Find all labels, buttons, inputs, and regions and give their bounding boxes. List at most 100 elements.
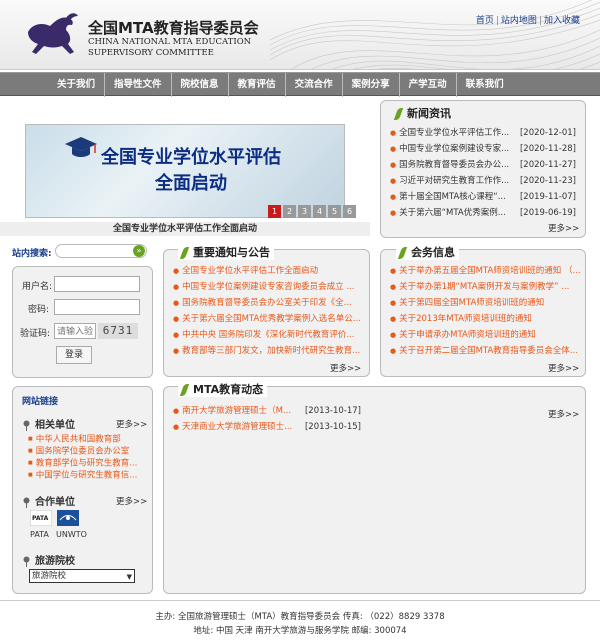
separator: |: [538, 16, 542, 26]
list-item[interactable]: ● 关于第四届全国MTA师资培训班的通知: [390, 295, 580, 311]
item-text: 南开大学旅游管理硕士（M...: [182, 406, 292, 416]
list-item[interactable]: ● 国务院教育督导委员会办公... [2020-11-27]: [390, 157, 576, 173]
list-item[interactable]: ● 教育部等三部门发文，加快新时代研究生教育...: [173, 343, 363, 359]
banner-page-6[interactable]: 6: [343, 205, 356, 218]
partners-more-link[interactable]: 更多>>: [116, 495, 147, 507]
pata-logo-icon[interactable]: PATA: [30, 510, 52, 526]
item-text: 习近平对研究生教育工作作...: [399, 176, 510, 186]
list-item[interactable]: ● 关于举办第1期“MTA案例开发与案例教学” ...: [390, 279, 580, 295]
nav-item-evaluation[interactable]: 教育评估: [229, 73, 286, 97]
related-units-title-text: 相关单位: [35, 420, 75, 431]
notices-list: ● 全国专业学位水平评估工作全面启动 ● 中国专业学位案例建设专家咨询委员会成立 .…: [173, 263, 363, 359]
list-item[interactable]: ● 关于第六届“MTA优秀案例... [2019-06-19]: [390, 205, 576, 221]
list-item[interactable]: 中国学位与研究生教育信...: [28, 469, 138, 481]
item-text: 关于第六届“MTA优秀案例...: [399, 208, 506, 218]
banner-page-4[interactable]: 4: [313, 205, 326, 218]
login-button[interactable]: 登录: [56, 346, 92, 364]
password-input[interactable]: [54, 299, 140, 315]
list-item[interactable]: ● 关于2013年MTA师资培训班的通知: [390, 311, 580, 327]
list-item[interactable]: ● 全国专业学位水平评估工作全面启动: [173, 263, 363, 279]
nav-item-guidance-docs[interactable]: 指导性文件: [105, 73, 172, 97]
site-links-title: 网站链接: [22, 397, 59, 407]
bullet-icon: ●: [173, 347, 180, 355]
list-item[interactable]: 教育部学位与研究生教育...: [28, 457, 138, 469]
bullet-icon: ●: [173, 283, 180, 291]
item-text: 天津商业大学旅游管理硕士...: [182, 422, 293, 432]
affairs-more-link[interactable]: 更多>>: [548, 362, 579, 374]
site-header: 全国MTA教育指导委员会 CHINA NATIONAL MTA EDUCATIO…: [0, 0, 600, 70]
list-item[interactable]: ● 关于第六届全国MTA优秀教学案例入选名单公...: [173, 311, 363, 327]
news-more-link[interactable]: 更多>>: [548, 222, 579, 234]
banner-page-1[interactable]: 1: [268, 205, 281, 218]
item-date: [2020-12-01]: [519, 128, 576, 138]
related-more-link[interactable]: 更多>>: [116, 418, 147, 430]
item-date: [2019-11-07]: [519, 192, 576, 202]
site-title-en-line1: CHINA NATIONAL MTA EDUCATION: [88, 37, 252, 47]
list-item[interactable]: 中华人民共和国教育部: [28, 433, 137, 445]
item-text: 关于举办第1期“MTA案例开发与案例教学” ...: [399, 282, 570, 292]
item-text: 关于2013年MTA师资培训班的通知: [399, 314, 532, 324]
nav-item-industry[interactable]: 产学互动: [400, 73, 457, 97]
banner-page-2[interactable]: 2: [283, 205, 296, 218]
wave-decoration: [270, 0, 600, 69]
banner-page-5[interactable]: 5: [328, 205, 341, 218]
sitemap-link[interactable]: 站内地图: [501, 16, 537, 26]
home-link[interactable]: 首页: [476, 16, 494, 26]
item-text: 关于第四届全国MTA师资培训班的通知: [399, 298, 545, 308]
news-title: 新闻资讯: [393, 105, 451, 121]
footer-host-line: 主办: 全国旅游管理硕士（MTA）教育指导委员会 传真: （022）8829 3…: [155, 612, 445, 622]
list-item[interactable]: ● 天津商业大学旅游管理硕士... [2013-10-15]: [173, 419, 361, 435]
mta-dynamics-list: ● 南开大学旅游管理硕士（M... [2013-10-17] ● 天津商业大学旅游管理…: [173, 403, 361, 435]
nav-item-about[interactable]: 关于我们: [48, 73, 106, 97]
site-footer: 主办: 全国旅游管理硕士（MTA）教育指导委员会 传真: （022）8829 3…: [0, 600, 600, 642]
item-text: 教育部等三部门发文，加快新时代研究生教育...: [182, 346, 361, 356]
notices-more-link[interactable]: 更多>>: [330, 362, 361, 374]
list-item[interactable]: ● 中共中央 国务院印发《深化新时代教育评价...: [173, 327, 363, 343]
bullet-icon: ●: [173, 423, 180, 431]
item-date: [2013-10-17]: [304, 406, 361, 416]
bullet-icon: ●: [390, 267, 397, 275]
tourism-schools-select[interactable]: 旅游院校 ▼: [29, 569, 135, 583]
list-item[interactable]: ● 习近平对研究生教育工作作... [2020-11-23]: [390, 173, 576, 189]
nav-item-schools[interactable]: 院校信息: [172, 73, 229, 97]
item-date: [2019-06-19]: [519, 208, 576, 218]
list-item[interactable]: ● 国务院教育督导委员会办公室关于印发《全...: [173, 295, 363, 311]
item-text: 关于召开第二届全国MTA教育指导委员会全体...: [399, 346, 578, 356]
notices-title-text: 重要通知与公告: [193, 246, 270, 259]
search-button[interactable]: »: [133, 245, 145, 257]
bullet-icon: ●: [173, 315, 180, 323]
item-date: [2013-10-15]: [304, 422, 361, 432]
list-item[interactable]: ● 关于申请承办MTA师资培训班的通知: [390, 327, 580, 343]
banner-slide[interactable]: 全国专业学位水平评估 全面启动: [25, 124, 345, 218]
chevron-down-icon: ▼: [126, 573, 132, 581]
leaf-icon: [393, 108, 404, 120]
unwto-logo-icon[interactable]: [57, 510, 79, 526]
captcha-input[interactable]: [54, 323, 96, 339]
list-item[interactable]: 国务院学位委员会办公室: [28, 445, 137, 457]
bullet-icon: ●: [390, 299, 397, 307]
captcha-image[interactable]: 6731: [98, 323, 138, 339]
list-item[interactable]: ● 南开大学旅游管理硕士（M... [2013-10-17]: [173, 403, 361, 419]
galloping-horse-logo-icon: [28, 13, 78, 54]
nav-item-exchange[interactable]: 交流合作: [286, 73, 343, 97]
list-item[interactable]: ● 中国专业学位案例建设专家咨询委员会成立 ...: [173, 279, 363, 295]
list-item[interactable]: ● 关于举办第五届全国MTA师资培训班的通知 （...: [390, 263, 581, 279]
mta-dynamics-more-link[interactable]: 更多>>: [548, 408, 579, 420]
list-item[interactable]: ● 全国专业学位水平评估工作... [2020-12-01]: [390, 125, 576, 141]
nav-item-cases[interactable]: 案例分享: [343, 73, 400, 97]
list-item[interactable]: ● 关于召开第二届全国MTA教育指导委员会全体...: [390, 343, 580, 359]
item-text: 全国专业学位水平评估工作...: [399, 128, 510, 138]
pin-icon: [23, 497, 30, 508]
item-text: 关于第六届全国MTA优秀教学案例入选名单公...: [182, 314, 361, 324]
leaf-icon: [179, 247, 190, 259]
bookmark-link[interactable]: 加入收藏: [544, 16, 580, 26]
footer-address-line: 地址: 中国 天津 南开大学旅游与服务学院 邮编: 300074: [193, 626, 407, 636]
list-item[interactable]: ● 中国专业学位案例建设专家... [2020-11-28]: [390, 141, 576, 157]
list-item[interactable]: ● 第十届全国MTA核心课程“... [2019-11-07]: [390, 189, 576, 205]
search-label: 站内搜索:: [12, 249, 52, 259]
username-input[interactable]: [54, 276, 140, 292]
nav-item-contact[interactable]: 联系我们: [457, 73, 513, 97]
banner-page-3[interactable]: 3: [298, 205, 311, 218]
banner-caption[interactable]: 全国专业学位水平评估工作全面启动: [0, 222, 370, 236]
top-links: 首页 | 站内地图 | 加入收藏: [476, 13, 580, 26]
